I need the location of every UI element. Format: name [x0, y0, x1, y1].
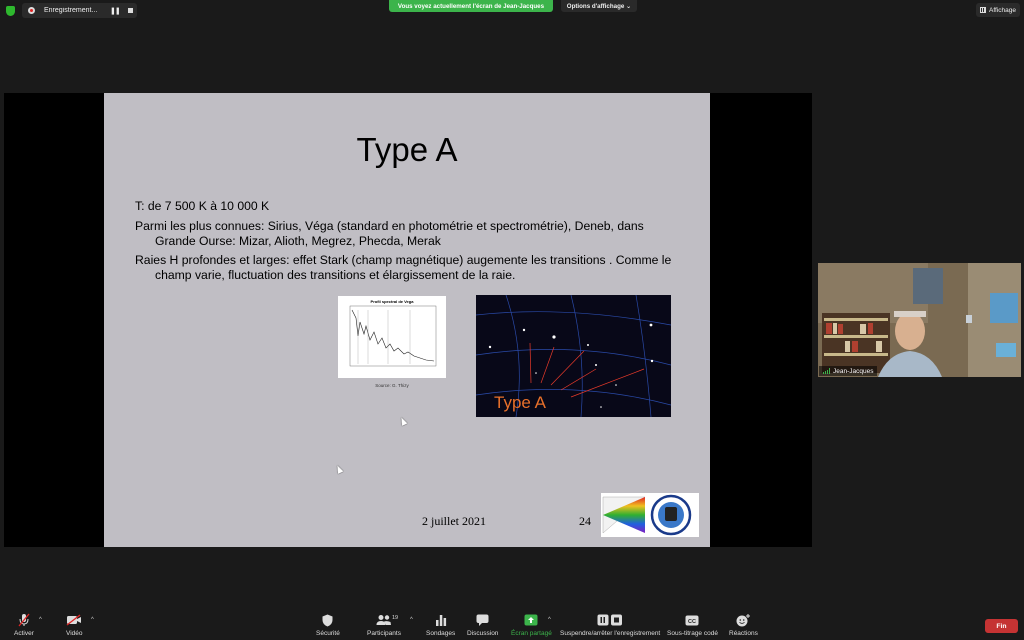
grid-view-icon — [980, 7, 986, 13]
recording-control-label: Suspendre/arrêter l'enregistrement — [560, 630, 661, 637]
spectrum-plot-graphic: Profil spectral de Vega — [349, 299, 437, 367]
cc-glyph: CC — [688, 618, 696, 624]
bullet-text: Parmi les plus connues: Sirius, Véga (st… — [135, 219, 644, 233]
star-field-image: Type A — [476, 295, 671, 417]
participants-count: 19 — [392, 615, 399, 621]
security-button[interactable]: Sécurité — [316, 612, 340, 637]
security-shield-icon[interactable] — [6, 6, 15, 16]
polls-label: Sondages — [426, 630, 456, 637]
participants-label: Participants — [367, 630, 401, 637]
chat-button[interactable]: Discussion — [467, 612, 498, 637]
smiley-plus-icon — [736, 612, 751, 628]
display-label: Affichage — [989, 6, 1016, 14]
closed-captions-button[interactable]: CC Sous-titrage codé — [667, 612, 718, 637]
spectrum-title: Profil spectral de Vega — [371, 299, 415, 304]
display-view-button[interactable]: Affichage — [976, 3, 1020, 17]
pause-stop-recording-button[interactable]: Suspendre/arrêter l'enregistrement — [560, 612, 660, 637]
view-options-button[interactable]: Options d'affichage ⌄ — [561, 0, 637, 12]
participant-name-tag: Jean-Jacques — [819, 366, 878, 376]
people-icon — [376, 612, 392, 628]
pause-stop-icon — [597, 612, 623, 628]
share-screen-button[interactable]: Écran partagé — [511, 612, 552, 637]
pause-recording-icon[interactable]: ❚❚ — [110, 7, 121, 15]
closed-captions-label: Sous-titrage codé — [667, 630, 718, 637]
bullet-text: T: de 7 500 K à 10 000 K — [135, 199, 270, 213]
end-meeting-button[interactable]: Fin — [985, 619, 1018, 633]
unmute-label: Activer — [14, 630, 34, 637]
bullet-text: champ varie, fluctuation des transitions… — [155, 267, 516, 282]
share-screen-icon — [524, 612, 538, 628]
slide-title: Type A — [356, 131, 458, 168]
camera-off-icon — [66, 612, 82, 628]
participants-options-chevron-icon[interactable]: ^ — [410, 617, 413, 623]
club-logo — [601, 493, 699, 537]
closed-caption-icon: CC — [685, 612, 699, 628]
start-video-button[interactable]: Vidéo — [66, 612, 83, 637]
reactions-button[interactable]: Réactions — [729, 612, 758, 637]
slide-date: 2 juillet 2021 — [422, 514, 486, 528]
share-options-chevron-icon[interactable]: ^ — [548, 617, 551, 623]
audio-options-chevron-icon[interactable]: ^ — [39, 617, 42, 623]
vega-spectrum-image: Profil spectral de Vega — [338, 296, 446, 378]
recording-label: Enregistrement... — [44, 7, 98, 14]
video-options-chevron-icon[interactable]: ^ — [91, 617, 94, 623]
reactions-label: Réactions — [729, 630, 758, 637]
signal-strength-icon — [823, 368, 830, 374]
slide-bullet-hydrogen-lines: Raies H profondes et larges: effet Stark… — [135, 253, 695, 282]
slide-page-number: 24 — [579, 514, 591, 528]
security-label: Sécurité — [316, 630, 340, 637]
participant-video-tile[interactable]: Jean-Jacques — [818, 263, 1021, 377]
slide-bullet-temperature: T: de 7 500 K à 10 000 K — [135, 199, 695, 214]
star-type-label: Type A — [494, 393, 546, 412]
spectrum-source-caption: Source: G. Thizy — [375, 383, 409, 388]
club-logo-graphic — [602, 494, 692, 536]
stop-recording-icon[interactable] — [127, 8, 133, 13]
record-icon — [28, 7, 35, 14]
chat-label: Discussion — [467, 630, 499, 637]
recording-indicator: Enregistrement... ❚❚ — [22, 3, 137, 18]
presentation-slide: Type A T: de 7 500 K à 10 000 K Parmi le… — [104, 93, 710, 547]
screen-share-banner: Vous voyez actuellement l'écran de Jean-… — [389, 0, 553, 12]
participant-video-frame — [818, 263, 1021, 377]
video-label: Vidéo — [66, 630, 83, 637]
slide-bullet-known-stars: Parmi les plus connues: Sirius, Véga (st… — [135, 219, 695, 248]
participant-name: Jean-Jacques — [833, 367, 874, 375]
microphone-muted-icon — [18, 612, 30, 628]
chat-bubble-icon — [476, 612, 489, 628]
share-screen-label: Écran partagé — [511, 630, 552, 637]
unmute-button[interactable]: Activer — [14, 612, 34, 637]
polls-button[interactable]: Sondages — [426, 612, 455, 637]
shield-icon — [322, 612, 333, 628]
bullet-text: Raies H profondes et larges: effet Stark… — [135, 253, 672, 267]
bar-chart-icon — [435, 612, 447, 628]
bullet-text: Grande Ourse: Mizar, Alioth, Megrez, Phe… — [155, 233, 441, 248]
